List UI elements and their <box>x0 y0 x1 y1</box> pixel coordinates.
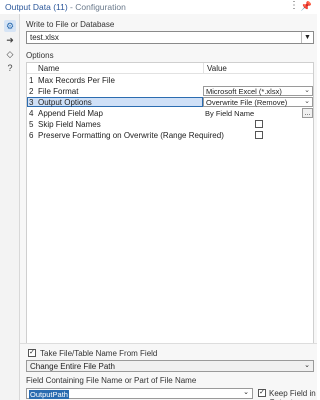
write-to-field[interactable]: test.xlsx ▼ <box>26 31 314 44</box>
row-name: Output Options <box>38 98 92 107</box>
gear-icon[interactable]: ⚙ <box>4 20 16 32</box>
file-format-value: Microsoft Excel (*.xlsx) <box>206 87 282 96</box>
keep-field-checkbox[interactable] <box>258 389 266 397</box>
title-bar: Output Data (11) - Configuration ⋮ 📌 <box>0 0 317 14</box>
ellipsis-button[interactable]: ... <box>302 108 313 118</box>
window-title-text: Output Data (11) <box>5 2 68 12</box>
take-file-name-label: Take File/Table Name From Field <box>40 349 158 358</box>
option-row-4[interactable]: 4 Append Field Map By Field Name ... <box>27 108 313 118</box>
output-options-dropdown[interactable]: Overwrite File (Remove) ⌄ <box>203 97 313 107</box>
chevron-down-icon[interactable]: ⌄ <box>304 361 310 369</box>
row-name: Append Field Map <box>38 109 103 118</box>
left-icon-rail: ⚙ ➜ ◇ ? <box>0 14 20 400</box>
arrow-right-icon[interactable]: ➜ <box>4 34 16 46</box>
grid-header: Name Value <box>27 63 313 74</box>
row-number: 5 <box>29 120 34 129</box>
pin-icon[interactable]: 📌 <box>301 1 312 12</box>
options-grid: Name Value 1 Max Records Per File 2 File… <box>26 62 314 348</box>
row-name: Max Records Per File <box>38 76 115 85</box>
row-value-cell <box>203 119 313 129</box>
chevron-down-icon[interactable]: ⌄ <box>304 86 310 94</box>
append-field-map-value: By Field Name <box>205 109 255 118</box>
row-number: 3 <box>29 98 34 107</box>
row-value-cell: By Field Name ... <box>203 108 313 118</box>
write-to-value: test.xlsx <box>30 33 59 42</box>
option-row-2[interactable]: 2 File Format Microsoft Excel (*.xlsx) ⌄ <box>27 86 313 96</box>
chevron-down-icon[interactable]: ⌄ <box>304 97 310 105</box>
field-name-dropdown[interactable]: OutputPath ⌄ <box>26 388 253 399</box>
preserve-formatting-checkbox[interactable] <box>255 131 263 139</box>
header-value: Value <box>207 64 227 73</box>
row-name: Skip Field Names <box>38 120 101 129</box>
file-format-dropdown[interactable]: Microsoft Excel (*.xlsx) ⌄ <box>203 86 313 96</box>
row-name: File Format <box>38 87 79 96</box>
row-name: Preserve Formatting on Overwrite (Range … <box>38 131 224 140</box>
row-value-cell: Overwrite File (Remove) ⌄ <box>203 97 313 107</box>
chevron-down-icon[interactable]: ▼ <box>301 32 313 43</box>
write-to-label: Write to File or Database <box>26 20 115 29</box>
option-row-1[interactable]: 1 Max Records Per File <box>27 75 313 85</box>
row-number: 2 <box>29 87 34 96</box>
bottom-panel: Take File/Table Name From Field Change E… <box>20 343 317 400</box>
row-number: 6 <box>29 131 34 140</box>
option-row-6[interactable]: 6 Preserve Formatting on Overwrite (Rang… <box>27 130 313 140</box>
header-divider <box>203 63 204 74</box>
options-label: Options <box>26 51 54 60</box>
header-name: Name <box>38 64 60 73</box>
configuration-panel: Write to File or Database test.xlsx ▼ Op… <box>20 14 317 400</box>
output-options-value: Overwrite File (Remove) <box>206 98 288 107</box>
take-file-name-checkbox[interactable] <box>28 349 36 357</box>
keep-field-label: Keep Field in Output <box>269 389 316 400</box>
option-row-5[interactable]: 5 Skip Field Names <box>27 119 313 129</box>
tag-icon[interactable]: ◇ <box>4 48 16 60</box>
chevron-down-icon[interactable]: ⌄ <box>243 388 249 396</box>
row-value-cell <box>203 130 313 140</box>
option-row-3[interactable]: 3 Output Options Overwrite File (Remove)… <box>27 97 313 107</box>
row-number: 1 <box>29 76 34 85</box>
file-path-mode-value: Change Entire File Path <box>30 362 115 371</box>
more-vertical-icon[interactable]: ⋮ <box>289 0 299 11</box>
skip-field-names-checkbox[interactable] <box>255 120 263 128</box>
row-value-cell: Microsoft Excel (*.xlsx) ⌄ <box>203 86 313 96</box>
window-title: Output Data (11) - Configuration <box>5 2 126 12</box>
field-containing-label: Field Containing File Name or Part of Fi… <box>26 376 197 385</box>
field-name-value: OutputPath <box>29 390 69 399</box>
window-subtitle: - Configuration <box>67 2 126 12</box>
help-icon[interactable]: ? <box>4 62 16 74</box>
row-number: 4 <box>29 109 34 118</box>
file-path-mode-dropdown[interactable]: Change Entire File Path ⌄ <box>26 360 314 372</box>
